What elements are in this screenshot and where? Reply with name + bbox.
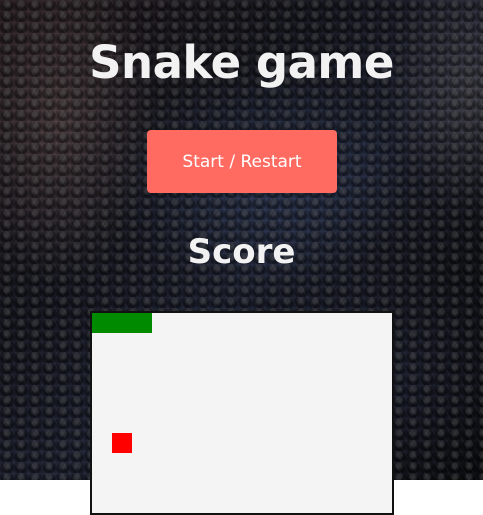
start-restart-button[interactable]: Start / Restart xyxy=(147,130,337,193)
snake-head xyxy=(132,313,152,333)
page-title: Snake game xyxy=(89,36,394,89)
score-label: Score xyxy=(187,232,296,272)
food-item xyxy=(112,433,132,453)
snake-segment xyxy=(112,313,132,333)
snake-segment xyxy=(92,313,112,333)
game-board[interactable] xyxy=(90,311,394,515)
game-container: Snake game Start / Restart Score xyxy=(0,0,483,515)
